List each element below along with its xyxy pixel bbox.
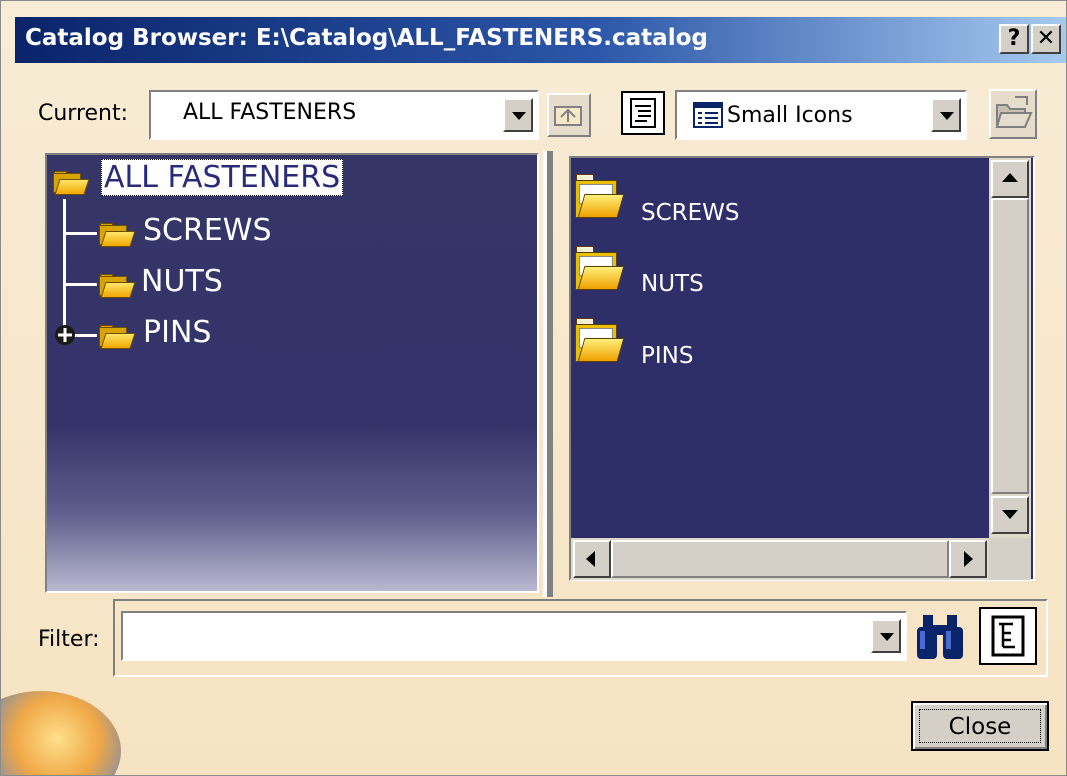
list-panel[interactable]: SCREWS NUTS PINS <box>569 156 1035 581</box>
current-combo[interactable]: ALL FASTENERS <box>149 90 539 140</box>
details-view-icon <box>630 98 656 128</box>
vertical-scroll-thumb[interactable] <box>991 198 1029 494</box>
tree-connector-vertical <box>63 199 66 337</box>
tree-node-pins[interactable]: PINS <box>143 315 211 350</box>
tree-connector <box>63 232 97 235</box>
title-bar[interactable]: Catalog Browser: E:\Catalog\ALL_FASTENER… <box>15 17 1066 63</box>
view-mode-dropdown-button[interactable] <box>931 98 961 132</box>
list-item-screws[interactable]: SCREWS <box>641 200 740 226</box>
tree-connector <box>63 283 97 286</box>
catalog-browser-window: Catalog Browser: E:\Catalog\ALL_FASTENER… <box>0 0 1067 776</box>
folder-icon <box>573 172 625 220</box>
folder-open-icon <box>99 223 136 247</box>
search-button[interactable] <box>911 611 969 663</box>
scroll-up-button[interactable] <box>991 160 1029 198</box>
help-button[interactable]: ? <box>999 24 1029 54</box>
binoculars-icon <box>917 615 963 659</box>
tree-root-node[interactable]: ALL FASTENERS <box>101 159 344 196</box>
up-level-button[interactable] <box>547 93 591 137</box>
current-label: Current: <box>38 101 129 126</box>
globe-logo <box>1 691 121 775</box>
panel-splitter[interactable] <box>539 151 565 597</box>
open-button[interactable] <box>989 89 1037 139</box>
tree-node-screws[interactable]: SCREWS <box>143 213 272 248</box>
close-button-label: Close <box>919 709 1041 743</box>
filter-label: Filter: <box>38 627 100 652</box>
horizontal-scrollbar[interactable] <box>571 538 989 580</box>
current-value: ALL FASTENERS <box>183 100 357 125</box>
folder-open-icon <box>99 325 136 349</box>
list-item-pins[interactable]: PINS <box>641 343 693 369</box>
view-mode-value: Small Icons <box>727 103 853 128</box>
tree-node-nuts[interactable]: NUTS <box>141 264 223 299</box>
small-icons-view-icon <box>693 102 723 128</box>
scroll-right-button[interactable] <box>949 540 987 578</box>
view-mode-combo[interactable]: Small Icons <box>675 90 967 140</box>
folder-open-icon <box>99 274 136 298</box>
tree-filter-icon <box>991 615 1025 657</box>
window-title: Catalog Browser: E:\Catalog\ALL_FASTENER… <box>25 25 708 51</box>
open-folder-icon <box>995 96 1033 128</box>
scroll-down-button[interactable] <box>991 496 1029 534</box>
vertical-scrollbar[interactable] <box>989 158 1031 538</box>
tree-filter-button[interactable] <box>979 607 1037 665</box>
close-window-button[interactable]: ✕ <box>1031 24 1061 54</box>
expand-plus-icon[interactable] <box>53 323 77 347</box>
current-dropdown-button[interactable] <box>503 98 533 132</box>
filter-combo[interactable] <box>121 611 907 661</box>
folder-open-icon <box>53 171 90 195</box>
horizontal-scroll-thumb[interactable] <box>611 540 949 578</box>
scroll-left-button[interactable] <box>573 540 611 578</box>
details-view-button[interactable] <box>621 91 665 135</box>
close-button[interactable]: Close <box>911 701 1049 751</box>
scrollbar-corner <box>989 538 1031 580</box>
list-item-nuts[interactable]: NUTS <box>641 271 704 297</box>
tree-panel[interactable]: ALL FASTENERS SCREWS NUTS PINS <box>45 153 539 593</box>
folder-icon <box>573 244 625 292</box>
filter-dropdown-button[interactable] <box>871 619 901 653</box>
folder-icon <box>573 316 625 364</box>
up-level-icon <box>554 106 582 126</box>
